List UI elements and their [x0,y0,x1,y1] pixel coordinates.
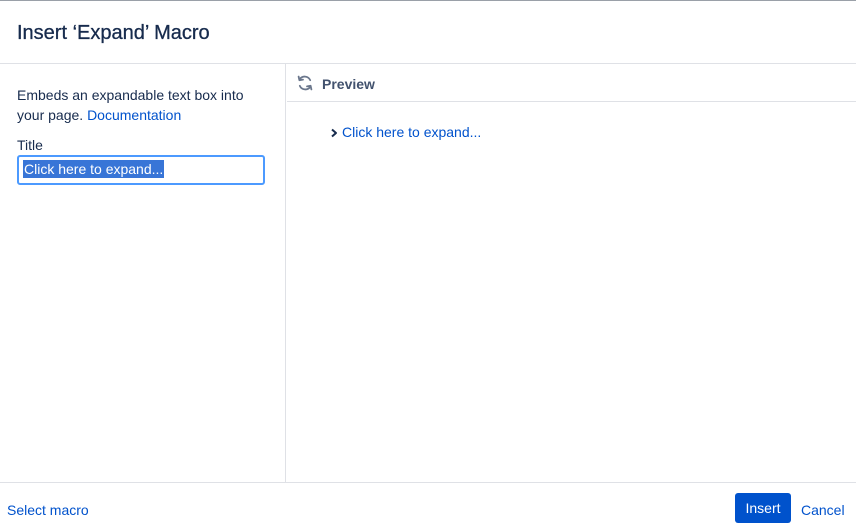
macro-description: Embeds an expandable text box into your … [17,85,267,125]
preview-panel: Preview Click here to expand... [287,64,856,482]
dialog-footer: Select macro Insert Cancel [0,482,856,532]
dialog-title: Insert ‘Expand’ Macro [17,22,210,44]
dialog-header: Insert ‘Expand’ Macro [0,1,856,64]
preview-header: Preview [287,64,856,102]
cancel-button[interactable]: Cancel [801,501,845,519]
insert-button[interactable]: Insert [735,493,791,523]
insert-macro-dialog: Insert ‘Expand’ Macro Embeds an expandab… [0,0,856,532]
expand-title-text[interactable]: Click here to expand... [342,123,481,141]
preview-label: Preview [322,76,375,92]
title-input-value[interactable]: Click here to expand... [23,160,165,178]
title-field-label: Title [17,137,43,153]
chevron-right-icon [329,126,339,138]
expand-toggle[interactable]: Click here to expand... [329,123,481,141]
documentation-link[interactable]: Documentation [87,107,181,123]
title-input[interactable]: Click here to expand... [17,155,265,185]
select-macro-link[interactable]: Select macro [7,501,89,519]
refresh-icon[interactable] [296,74,314,92]
macro-parameters-panel: Embeds an expandable text box into your … [0,64,286,482]
